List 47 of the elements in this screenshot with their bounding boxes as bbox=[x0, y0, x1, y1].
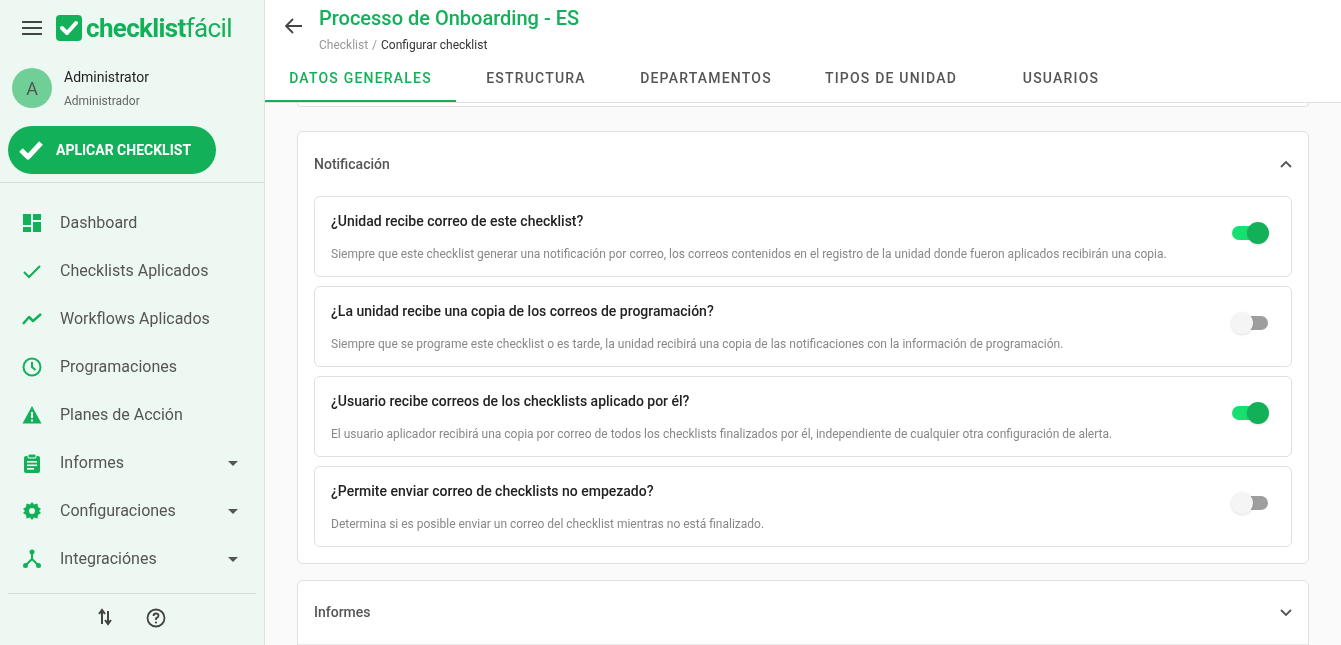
tab[interactable]: TIPOS DE UNIDAD bbox=[796, 56, 986, 102]
setting-question: ¿Usuario recibe correos de los checklists aplicado por él? bbox=[331, 391, 691, 411]
sort-arrows-icon[interactable] bbox=[98, 608, 112, 626]
gear-icon bbox=[22, 501, 42, 521]
setting-description: El usuario aplicador recibirá una copia por correo de todos los checklists finalizados por él, independiente de cualquier otra configuración de alerta. bbox=[331, 425, 1114, 443]
tab[interactable]: DEPARTAMENTOS bbox=[616, 56, 796, 102]
setting-description: Siempre que este checklist generar una notificación por correo, los correos contenidos en el registro de la unidad donde fueron aplicados recibirán una copia. bbox=[331, 245, 1168, 263]
branch-icon bbox=[22, 549, 42, 569]
toggle-switch[interactable] bbox=[1231, 401, 1269, 424]
toggle-switch[interactable] bbox=[1231, 221, 1269, 244]
breadcrumb-separator: / bbox=[372, 37, 378, 54]
user-name: Administrator bbox=[64, 67, 149, 87]
help-icon[interactable] bbox=[146, 608, 166, 628]
setting-description: Siempre que se programe este checklist o es tarde, la unidad recibirá una copia de las notificaciones con la información de programación. bbox=[331, 335, 1065, 353]
section-title[interactable]: Notificación bbox=[314, 153, 390, 175]
chevron-down-icon[interactable] bbox=[1280, 608, 1292, 617]
menu-icon[interactable] bbox=[22, 21, 42, 35]
check-icon bbox=[18, 140, 44, 160]
setting-question: ¿La unidad recibe una copia de los correos de programación? bbox=[331, 301, 715, 321]
toggle-switch[interactable] bbox=[1231, 491, 1269, 514]
page-title: Processo de Onboarding - ES bbox=[319, 6, 580, 30]
sidebar-item[interactable]: Checklists Aplicados bbox=[0, 247, 264, 295]
user-role: Administrador bbox=[64, 92, 141, 110]
sidebar-item[interactable]: Programaciones bbox=[0, 343, 264, 391]
dashboard-icon bbox=[22, 213, 42, 233]
setting-question: ¿Permite enviar correo de checklists no empezado? bbox=[331, 481, 655, 501]
tab[interactable]: USUARIOS bbox=[986, 56, 1136, 102]
sidebar-item[interactable]: Integraciónes bbox=[0, 535, 264, 583]
sidebar-item[interactable]: Planes de Acción bbox=[0, 391, 264, 439]
logo-text: checklistfácil bbox=[86, 15, 232, 41]
logo-check-icon bbox=[56, 15, 82, 41]
breadcrumb-current: Configurar checklist bbox=[381, 37, 488, 54]
clock-icon bbox=[22, 357, 42, 377]
clipboard-icon bbox=[22, 453, 42, 473]
setting-description: Determina si es posible enviar un correo del checklist mientras no está finalizado. bbox=[331, 515, 766, 533]
tab[interactable]: ESTRUCTURA bbox=[456, 56, 616, 102]
section-title[interactable]: Informes bbox=[314, 602, 371, 623]
sidebar-item[interactable]: Workflows Aplicados bbox=[0, 295, 264, 343]
sidebar-item[interactable]: Informes bbox=[0, 439, 264, 487]
warning-icon bbox=[22, 405, 42, 425]
sidebar-item[interactable]: Configuraciones bbox=[0, 487, 264, 535]
setting-question: ¿Unidad recibe correo de este checklist? bbox=[331, 211, 585, 231]
back-arrow-icon[interactable] bbox=[285, 18, 303, 34]
avatar: A bbox=[12, 68, 52, 108]
toggle-switch[interactable] bbox=[1231, 311, 1269, 334]
sidebar-item[interactable]: Dashboard bbox=[0, 199, 264, 247]
chevron-up-icon[interactable] bbox=[1280, 160, 1292, 168]
